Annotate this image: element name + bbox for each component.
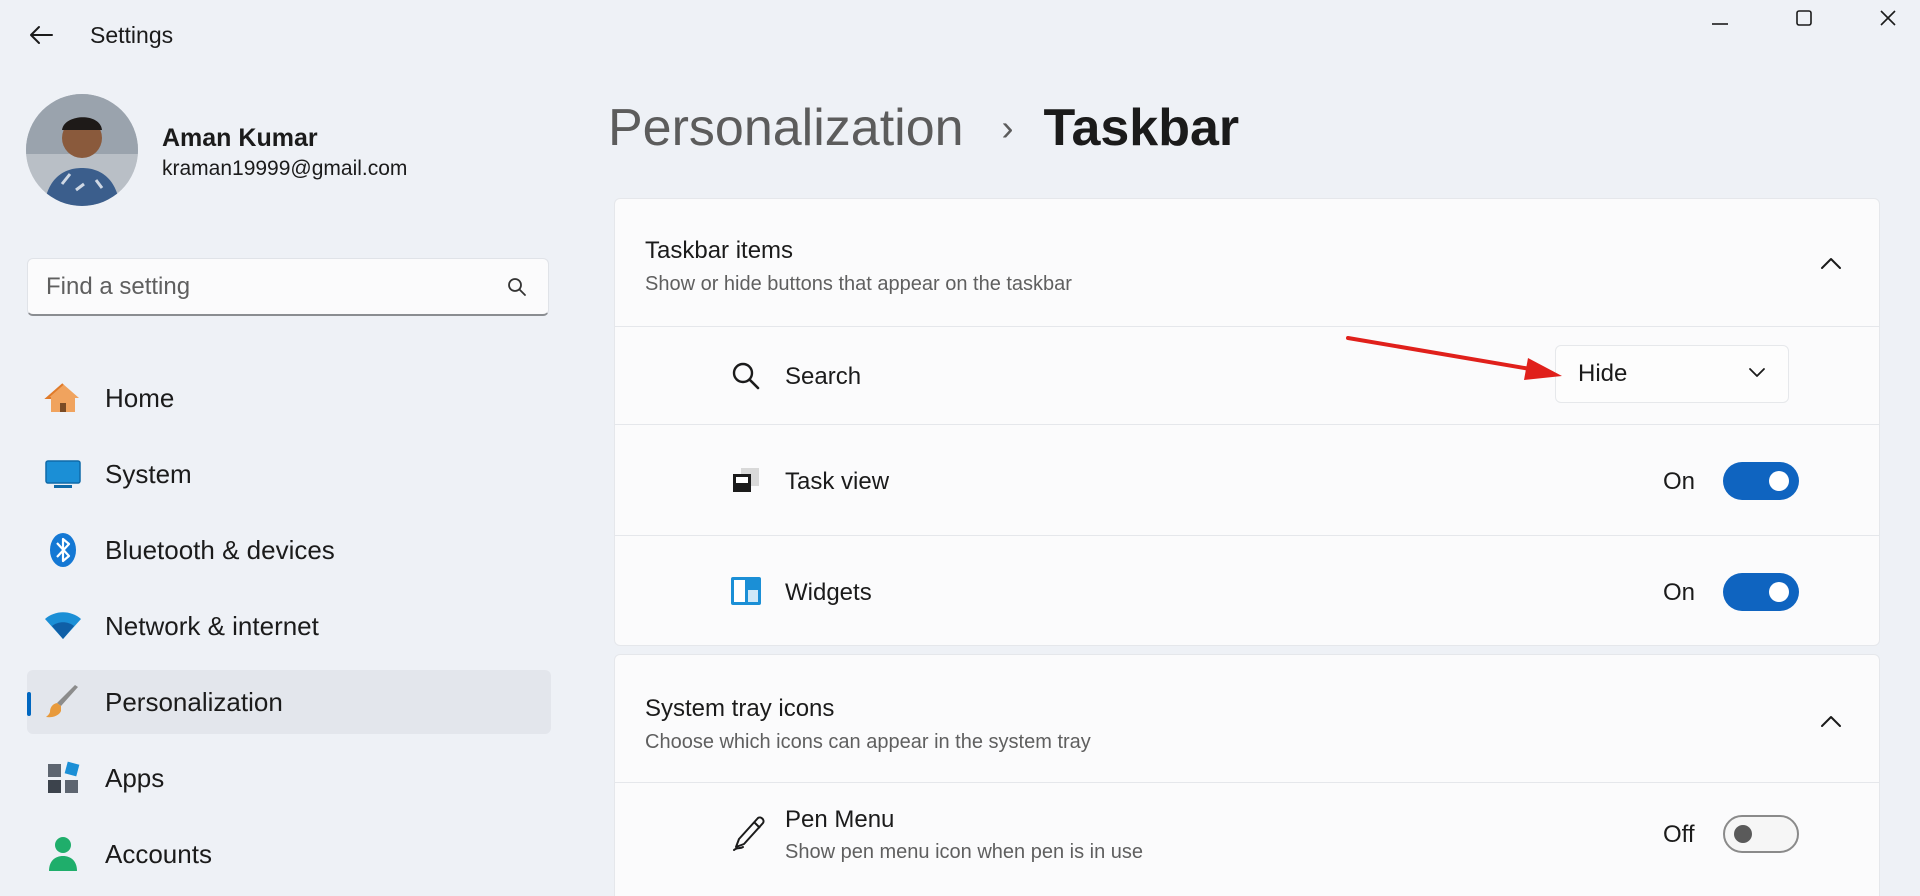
setting-label: Pen Menu [785,806,895,833]
close-button[interactable] [1848,0,1920,36]
back-button[interactable] [22,18,60,52]
search-icon[interactable] [504,274,530,300]
section-header[interactable]: Taskbar items Show or hide buttons that … [615,199,1879,327]
user-name: Aman Kumar [162,124,318,152]
breadcrumb-separator: › [1001,107,1014,148]
chevron-up-icon[interactable] [1817,249,1845,277]
wifi-icon [43,606,83,646]
search-icon [729,359,763,393]
page-title: Taskbar [1043,99,1240,157]
toggle-knob [1734,825,1752,843]
task-view-toggle[interactable] [1723,462,1799,500]
system-tray-icons-section: System tray icons Choose which icons can… [614,654,1880,896]
pen-menu-toggle[interactable] [1723,815,1799,853]
toggle-knob [1769,582,1789,602]
sidebar-item-accounts[interactable]: Accounts [27,822,551,886]
search-visibility-dropdown[interactable]: Hide [1555,345,1789,403]
sidebar-item-home[interactable]: Home [27,366,551,430]
search-input[interactable] [46,272,504,301]
app-title: Settings [90,22,174,48]
taskbar-items-section: Taskbar items Show or hide buttons that … [614,198,1880,646]
setting-label: Widgets [785,579,872,606]
setting-label: Task view [785,468,890,495]
setting-label: Search [785,363,862,390]
sidebar-item-label: Bluetooth & devices [105,534,335,565]
widgets-icon [729,574,763,608]
bluetooth-icon [43,530,83,570]
sidebar-item-label: System [105,458,192,489]
setting-row-task-view: Task view On [615,425,1879,536]
sidebar-item-label: Accounts [105,838,212,869]
sidebar-item-network[interactable]: Network & internet [27,594,551,658]
sidebar-item-bluetooth[interactable]: Bluetooth & devices [27,518,551,582]
setting-row-pen-menu: Pen Menu Show pen menu icon when pen is … [615,783,1879,896]
section-subtitle: Choose which icons can appear in the sys… [645,731,1091,753]
sidebar-item-label: Home [105,382,175,413]
maximize-icon [1796,10,1812,26]
breadcrumb-parent[interactable]: Personalization [608,98,964,158]
dropdown-value: Hide [1578,360,1628,387]
sidebar-nav: Home System Bluetooth & devices Network … [27,366,551,896]
setting-row-search: Search Hide [615,327,1879,425]
toggle-state-label: On [1663,579,1696,606]
setting-description: Show pen menu icon when pen is in use [785,841,1144,863]
back-arrow-icon [30,26,53,44]
annotation-arrow-icon [1346,336,1562,380]
avatar[interactable] [26,94,138,206]
section-header[interactable]: System tray icons Choose which icons can… [615,655,1879,783]
chevron-up-icon[interactable] [1817,707,1845,735]
chevron-down-icon [1748,365,1766,383]
task-view-icon [729,463,763,497]
close-icon [1880,10,1896,26]
widgets-toggle[interactable] [1723,573,1799,611]
minimize-button[interactable] [1680,0,1760,36]
sidebar-item-label: Network & internet [105,610,319,641]
apps-icon [43,758,83,798]
sidebar-item-label: Personalization [105,686,283,717]
section-title: Taskbar items [645,237,794,264]
toggle-state-label: On [1663,468,1696,495]
person-icon [43,834,83,874]
setting-row-widgets: Widgets On [615,536,1879,647]
section-title: System tray icons [645,695,835,722]
sidebar-item-personalization[interactable]: Personalization [27,670,551,734]
maximize-button[interactable] [1764,0,1844,36]
sidebar-item-apps[interactable]: Apps [27,746,551,810]
pen-icon [729,813,769,853]
title-bar: Settings [0,0,1920,70]
avatar-photo [26,94,138,206]
brush-icon [43,682,83,722]
display-icon [43,454,83,494]
toggle-knob [1769,471,1789,491]
home-icon [43,378,83,418]
breadcrumb: Personalization › Taskbar [608,98,1239,158]
sidebar-item-label: Apps [105,762,165,793]
sidebar-item-system[interactable]: System [27,442,551,506]
search-box[interactable] [27,258,549,316]
toggle-state-label: Off [1663,821,1695,848]
minimize-icon [1712,23,1728,25]
user-email: kraman19999@gmail.com [162,157,408,180]
section-subtitle: Show or hide buttons that appear on the … [645,273,1072,295]
